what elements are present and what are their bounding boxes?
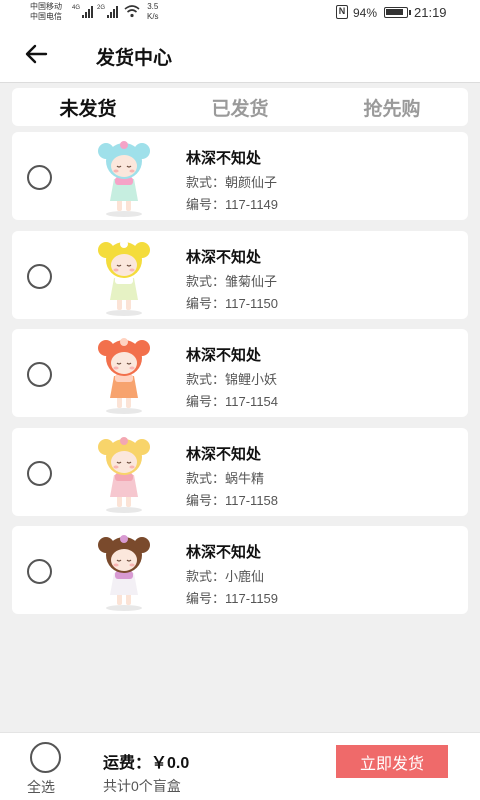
list-item: 林深不知处 款式：锦鲤小妖 编号：117-1154 — [12, 329, 468, 417]
item-name: 林深不知处 — [186, 544, 262, 561]
tab-shipped[interactable]: 已发货 — [164, 88, 316, 126]
signal-icon — [82, 6, 93, 18]
item-code: 编号：117-1154 — [186, 394, 279, 409]
checkout-bar: 全选 运费：￥0.0 共计0个盲盒 立即发货 — [0, 732, 480, 800]
item-style: 款式：蜗牛精 — [186, 471, 265, 486]
item-name: 林深不知处 — [186, 150, 262, 167]
carrier-1: 中国移动 — [30, 2, 62, 11]
speed-unit: K/s — [147, 12, 159, 21]
item-style: 款式：雏菊仙子 — [186, 274, 278, 289]
item-code: 编号：117-1158 — [186, 493, 279, 508]
list-item: 林深不知处 款式：朝颜仙子 编号：117-1149 — [12, 132, 468, 220]
tab-presale[interactable]: 抢先购 — [316, 88, 468, 126]
item-code: 编号：117-1149 — [186, 197, 279, 212]
select-all-label[interactable]: 全选 — [27, 777, 55, 797]
battery-icon — [384, 7, 411, 18]
nfc-icon: N — [336, 5, 348, 19]
shipping-fee: 运费：￥0.0 — [103, 755, 190, 772]
item-name: 林深不知处 — [186, 249, 262, 266]
page-title: 发货中心 — [96, 48, 173, 69]
figure-image — [98, 141, 150, 217]
network-type-1: 4G — [72, 5, 81, 11]
item-select-radio[interactable] — [27, 461, 52, 486]
signal-icon-2 — [107, 6, 118, 18]
carrier-info: 中国移动 中国电信 — [30, 2, 62, 22]
carrier-2: 中国电信 — [30, 12, 62, 21]
wifi-icon — [124, 5, 140, 18]
tab-unshipped[interactable]: 未发货 — [12, 88, 164, 126]
total-count: 共计0个盲盒 — [103, 778, 181, 794]
tab-bar: 未发货 已发货 抢先购 — [12, 88, 468, 126]
item-name: 林深不知处 — [186, 446, 262, 463]
status-bar: 中国移动 中国电信 4G 2G 3.5 K/s N 94% 21:19 — [0, 0, 480, 26]
item-style: 款式：锦鲤小妖 — [186, 372, 278, 387]
item-select-radio[interactable] — [27, 362, 52, 387]
speed-value: 3.5 — [147, 2, 159, 11]
item-select-radio[interactable] — [27, 559, 52, 584]
item-select-radio[interactable] — [27, 264, 52, 289]
network-speed: 3.5 K/s — [147, 2, 159, 22]
list-item: 林深不知处 款式：蜗牛精 编号：117-1158 — [12, 428, 468, 516]
item-select-radio[interactable] — [27, 165, 52, 190]
ship-now-button[interactable]: 立即发货 — [336, 745, 448, 778]
select-all-radio[interactable] — [30, 742, 61, 773]
back-arrow-icon[interactable] — [22, 38, 54, 70]
item-style: 款式：朝颜仙子 — [186, 175, 278, 190]
figure-image — [98, 535, 150, 611]
app-header: 发货中心 — [0, 26, 480, 83]
item-style: 款式：小鹿仙 — [186, 569, 265, 584]
clock: 21:19 — [414, 5, 447, 20]
network-type-2: 2G — [97, 5, 106, 11]
item-code: 编号：117-1159 — [186, 591, 279, 606]
list-item: 林深不知处 款式：雏菊仙子 编号：117-1150 — [12, 231, 468, 319]
figure-image — [98, 338, 150, 414]
figure-image — [98, 240, 150, 316]
item-name: 林深不知处 — [186, 347, 262, 364]
list-item: 林深不知处 款式：小鹿仙 编号：117-1159 — [12, 526, 468, 614]
battery-percentage: 94% — [353, 6, 378, 20]
figure-image — [98, 437, 150, 513]
item-code: 编号：117-1150 — [186, 296, 279, 311]
